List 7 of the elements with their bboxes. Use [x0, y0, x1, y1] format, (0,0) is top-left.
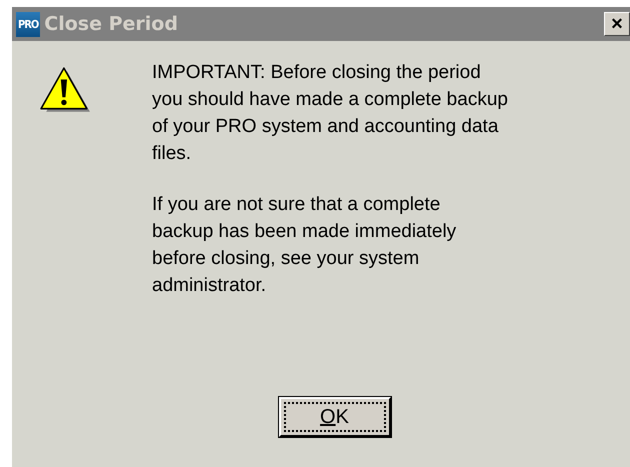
message-text: IMPORTANT: Before closing the period you should have made a complete backup of your PRO system and accounting data files. — [152, 61, 508, 166]
ok-button[interactable]: OK — [278, 397, 390, 437]
app-icon: PRO — [16, 12, 40, 36]
window-title: Close Period — [44, 13, 179, 35]
message-text: If you are not sure that a complete backup has been made immediately before closing, see your system administrator. — [152, 193, 458, 298]
warning-icon — [40, 67, 92, 115]
close-button[interactable]: × — [604, 12, 630, 36]
